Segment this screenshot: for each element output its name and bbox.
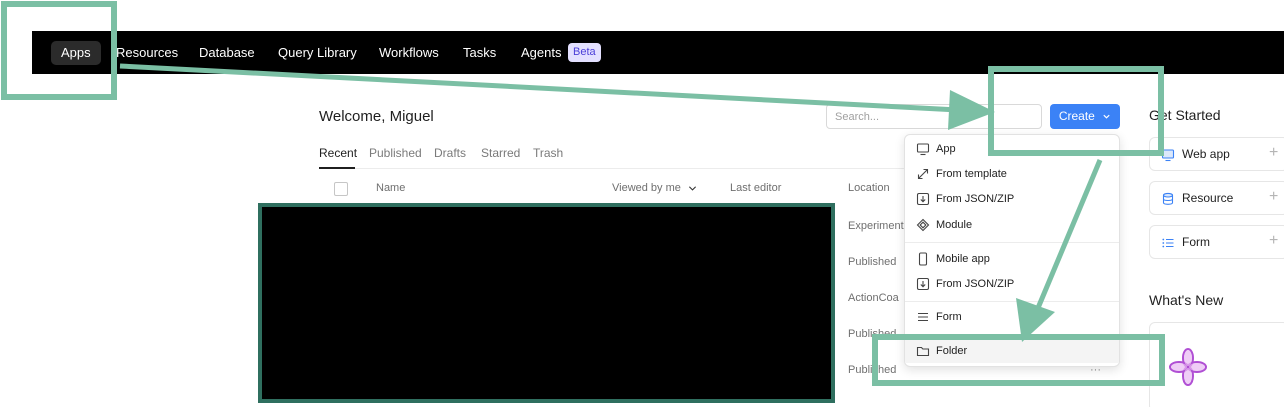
flower-logo-icon	[1169, 348, 1207, 386]
card-label: Web app	[1182, 147, 1230, 161]
column-header-name[interactable]: Name	[376, 182, 405, 194]
nav-item-database[interactable]: Database	[189, 41, 265, 65]
menu-item-app[interactable]: App	[905, 137, 1119, 161]
tab-recent[interactable]: Recent	[319, 146, 357, 160]
get-started-resource[interactable]: Resource +	[1149, 181, 1284, 215]
menu-divider	[905, 334, 1119, 335]
select-all-checkbox[interactable]	[334, 182, 348, 196]
module-icon	[916, 218, 930, 232]
plus-icon[interactable]: +	[1269, 232, 1278, 250]
nav-item-agents[interactable]: Agents	[511, 41, 571, 65]
folder-icon	[916, 346, 930, 357]
table-row-location: Published	[848, 328, 897, 340]
search-input[interactable]	[826, 104, 1042, 129]
nav-item-apps[interactable]: Apps	[51, 41, 101, 65]
table-row-location: Published	[848, 256, 897, 268]
active-tab-indicator	[319, 167, 355, 169]
column-header-location[interactable]: Location	[848, 182, 890, 194]
chevron-down-icon	[1103, 115, 1110, 120]
monitor-icon	[916, 143, 930, 156]
column-header-viewed[interactable]: Viewed by me	[612, 182, 698, 194]
table-row-location: Experiment	[848, 220, 904, 232]
create-button-label: Create	[1058, 109, 1095, 123]
menu-item-from-template[interactable]: From template	[905, 162, 1119, 186]
expand-arrows-icon	[917, 168, 929, 180]
import-icon	[916, 192, 930, 206]
redacted-table-rows	[258, 203, 835, 403]
menu-item-label: From JSON/ZIP	[936, 278, 1015, 290]
card-label: Form	[1182, 235, 1210, 249]
get-started-web-app[interactable]: Web app +	[1149, 137, 1284, 171]
tab-drafts[interactable]: Drafts	[434, 146, 466, 160]
menu-item-from-json-zip[interactable]: From JSON/ZIP	[905, 187, 1119, 211]
tab-published[interactable]: Published	[369, 146, 422, 160]
database-icon	[1162, 192, 1174, 205]
menu-item-label: App	[936, 143, 956, 155]
top-nav-bar: Apps Resources Database Query Library Wo…	[32, 31, 1284, 74]
nav-item-tasks[interactable]: Tasks	[453, 41, 506, 65]
table-row-location: Published	[848, 364, 897, 376]
menu-item-mobile-app[interactable]: Mobile app	[905, 247, 1119, 271]
tab-starred[interactable]: Starred	[481, 146, 520, 160]
column-header-last-editor[interactable]: Last editor	[730, 182, 781, 194]
tab-trash[interactable]: Trash	[533, 146, 563, 160]
nav-item-workflows[interactable]: Workflows	[369, 41, 449, 65]
menu-item-label: Mobile app	[936, 253, 990, 265]
get-started-title: Get Started	[1149, 107, 1221, 123]
menu-item-form[interactable]: Form	[905, 305, 1119, 329]
table-row-location: ActionCoa	[848, 292, 899, 304]
menu-item-label: From JSON/ZIP	[936, 193, 1015, 205]
menu-item-label: Form	[936, 311, 962, 323]
create-button[interactable]: Create	[1050, 104, 1120, 129]
card-label: Resource	[1182, 191, 1234, 205]
menu-item-label: Folder	[936, 345, 968, 357]
mobile-icon	[918, 252, 928, 266]
menu-item-module[interactable]: Module	[905, 213, 1119, 237]
monitor-icon	[1161, 149, 1175, 162]
nav-item-query-library[interactable]: Query Library	[268, 41, 367, 65]
menu-item-mobile-from-json-zip[interactable]: From JSON/ZIP	[905, 272, 1119, 296]
form-lines-icon	[918, 312, 928, 322]
menu-item-label: From template	[936, 168, 1007, 180]
list-icon	[1162, 238, 1174, 248]
nav-item-resources[interactable]: Resources	[106, 41, 188, 65]
menu-item-label: Module	[936, 219, 973, 231]
create-dropdown-menu: App From template From JSON/ZIP Module M…	[904, 134, 1120, 367]
whats-new-title: What's New	[1149, 292, 1224, 308]
column-header-viewed-label: Viewed by me	[612, 182, 681, 194]
whats-new-card[interactable]	[1149, 322, 1284, 407]
page-title: Welcome, Miguel	[319, 108, 434, 125]
menu-item-folder[interactable]: Folder	[905, 339, 1119, 363]
plus-icon[interactable]: +	[1269, 188, 1278, 206]
menu-divider	[905, 301, 1119, 302]
beta-badge: Beta	[568, 43, 601, 62]
get-started-form[interactable]: Form +	[1149, 225, 1284, 259]
menu-divider	[905, 242, 1119, 243]
sort-chevron-icon	[688, 185, 696, 191]
plus-icon[interactable]: +	[1269, 144, 1278, 162]
import-icon	[916, 277, 930, 291]
